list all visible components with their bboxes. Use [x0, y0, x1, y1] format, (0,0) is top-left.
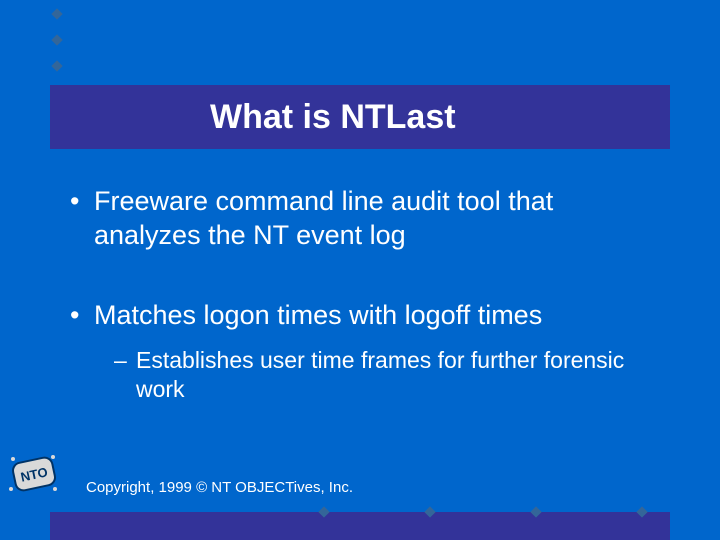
diamond-icon [51, 8, 62, 19]
nto-logo: NTO [6, 452, 60, 496]
copyright-text: Copyright, 1999 © NT OBJECTives, Inc. [86, 479, 353, 496]
diamond-icon [636, 506, 647, 517]
sub-bullet-item: Establishes user time frames for further… [70, 346, 660, 404]
logo-icon: NTO [6, 452, 60, 496]
slide: What is NTLast Freeware command line aud… [0, 0, 720, 540]
bottom-accent-bar [50, 512, 670, 540]
bullet-group: Matches logon times with logoff times Es… [70, 299, 660, 404]
decorative-dots-bottom [320, 508, 646, 516]
diamond-icon [51, 34, 62, 45]
diamond-icon [51, 60, 62, 71]
bullet-item: Matches logon times with logoff times [70, 299, 660, 333]
decorative-dots-top [53, 10, 61, 70]
diamond-icon [424, 506, 435, 517]
diamond-icon [318, 506, 329, 517]
diamond-icon [530, 506, 541, 517]
slide-content: Freeware command line audit tool that an… [70, 185, 660, 404]
bullet-item: Freeware command line audit tool that an… [70, 185, 660, 253]
title-bar: What is NTLast [50, 85, 670, 149]
slide-title: What is NTLast [210, 98, 456, 137]
